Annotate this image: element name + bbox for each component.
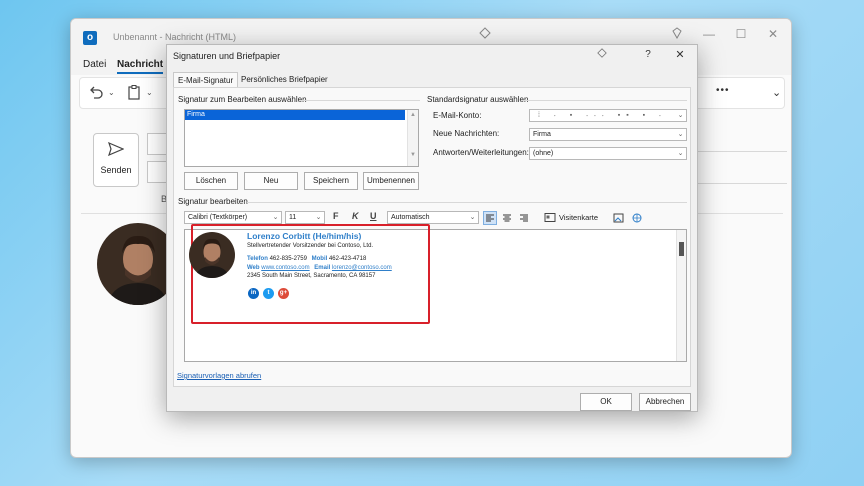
window-title: Unbenannt - Nachricht (HTML) xyxy=(113,32,237,42)
new-button[interactable]: Neu xyxy=(244,172,298,190)
phone-label: Telefon xyxy=(247,256,268,262)
clipboard-dropdown-icon[interactable]: ⌄ xyxy=(146,88,153,97)
signature-phone-line: Telefon 462-835-2759 Mobil 462-423-4718 xyxy=(247,256,366,262)
email-link[interactable]: lorenzo@contoso.com xyxy=(332,265,392,271)
scroll-down-icon[interactable]: ▼ xyxy=(408,152,418,158)
bold-button[interactable]: F xyxy=(333,211,339,221)
more-options-icon[interactable]: ••• xyxy=(716,85,730,96)
new-messages-label: Neue Nachrichten: xyxy=(433,129,500,138)
group-divider xyxy=(247,202,687,203)
mobile-label: Mobil xyxy=(311,256,328,262)
edit-group-label: Signatur bearbeiten xyxy=(178,197,248,206)
email-account-label: E-Mail-Konto: xyxy=(433,111,482,120)
signature-photo xyxy=(189,232,235,278)
chevron-down-icon: ⌄ xyxy=(677,112,684,119)
font-size-select[interactable]: 11 ⌄ xyxy=(285,211,325,224)
email-account-select[interactable]: ⁞ ⸳ ▪ ⸳⸳⸳ ▪▪ ▪ ⸳ ⌄ xyxy=(529,109,687,122)
undo-icon[interactable] xyxy=(88,84,104,105)
delete-button[interactable]: Löschen xyxy=(184,172,238,190)
rename-button[interactable]: Umbenennen xyxy=(363,172,419,190)
business-card-icon[interactable] xyxy=(544,212,556,225)
maximize-button[interactable]: ☐ xyxy=(731,27,751,41)
chevron-down-icon: ⌄ xyxy=(677,150,684,157)
scroll-up-icon[interactable]: ▲ xyxy=(408,112,418,118)
close-button[interactable]: ✕ xyxy=(763,27,783,41)
underline-button[interactable]: U xyxy=(370,211,377,221)
ribbon-expand-icon[interactable]: ⌄ xyxy=(772,86,781,99)
chevron-down-icon: ⌄ xyxy=(469,214,476,221)
signature-name: Lorenzo Corbitt (He/him/his) xyxy=(247,231,362,241)
send-icon xyxy=(94,141,138,161)
undo-dropdown-icon[interactable]: ⌄ xyxy=(108,88,115,97)
new-messages-value: Firma xyxy=(533,131,551,138)
align-right-icon[interactable] xyxy=(518,212,530,226)
tab-nachricht[interactable]: Nachricht xyxy=(117,59,164,74)
dialog-title: Signaturen und Briefpapier xyxy=(173,51,281,61)
scroll-thumb[interactable] xyxy=(679,242,684,256)
font-name-select[interactable]: Calibri (Textkörper) ⌄ xyxy=(184,211,282,224)
ok-button[interactable]: OK xyxy=(580,393,632,411)
select-group-label: Signatur zum Bearbeiten auswählen xyxy=(178,95,307,104)
group-divider xyxy=(302,100,420,101)
minimize-button[interactable]: — xyxy=(699,27,719,41)
redacted-account-icon: ⁞ ⸳ ▪ ⸳⸳⸳ ▪▪ ▪ ⸳ xyxy=(538,112,667,119)
scrollbar[interactable] xyxy=(676,230,686,361)
divider xyxy=(697,183,787,184)
divider xyxy=(697,151,787,152)
signature-list[interactable]: Firma ▲ ▼ xyxy=(184,109,419,167)
scrollbar[interactable]: ▲ ▼ xyxy=(407,110,418,166)
help-button[interactable]: ? xyxy=(639,49,657,60)
twitter-icon[interactable]: t xyxy=(263,288,274,299)
clipboard-icon[interactable] xyxy=(126,84,142,105)
align-center-icon[interactable] xyxy=(501,212,513,226)
tab-stationery[interactable]: Persönliches Briefpapier xyxy=(237,72,332,88)
signature-editor[interactable]: Lorenzo Corbitt (He/him/his) Stellvertre… xyxy=(184,224,687,362)
linkedin-icon[interactable]: in xyxy=(248,288,259,299)
save-button[interactable]: Speichern xyxy=(304,172,358,190)
mobile-value: 462-423-4718 xyxy=(328,256,367,262)
diamond-icon[interactable] xyxy=(593,48,611,61)
dialog-close-button[interactable]: ✕ xyxy=(671,48,689,61)
from-field[interactable] xyxy=(147,133,167,155)
signature-role: Stellvertretender Vorsitzender bei Conto… xyxy=(247,243,374,249)
font-name-value: Calibri (Textkörper) xyxy=(188,214,248,221)
signatures-dialog: Signaturen und Briefpapier ? ✕ E-Mail-Si… xyxy=(166,44,698,412)
diamond-icon[interactable] xyxy=(475,27,495,42)
insert-link-icon[interactable] xyxy=(631,212,643,226)
web-link[interactable]: www.contoso.com xyxy=(261,265,309,271)
replies-value: (ohne) xyxy=(533,150,554,157)
font-color-value: Automatisch xyxy=(391,214,430,221)
send-label: Senden xyxy=(100,165,132,175)
replies-select[interactable]: (ohne) ⌄ xyxy=(529,147,687,160)
business-card-button[interactable]: Visitenkarte xyxy=(559,213,598,222)
google-plus-icon[interactable]: g+ xyxy=(278,288,289,299)
gem-icon[interactable] xyxy=(667,27,687,42)
cancel-button[interactable]: Abbrechen xyxy=(639,393,691,411)
group-divider xyxy=(523,100,687,101)
outlook-logo-icon: o xyxy=(83,31,97,45)
italic-button[interactable]: K xyxy=(352,211,359,221)
to-field[interactable] xyxy=(147,161,167,183)
chevron-down-icon: ⌄ xyxy=(272,214,279,221)
align-left-icon[interactable] xyxy=(483,211,497,225)
font-size-value: 11 xyxy=(289,214,297,221)
send-button[interactable]: Senden xyxy=(93,133,139,187)
tab-datei[interactable]: Datei xyxy=(83,59,106,70)
signature-templates-link[interactable]: Signaturvorlagen abrufen xyxy=(177,371,261,380)
default-group-label: Standardsignatur auswählen xyxy=(427,95,529,104)
signature-web-line: Web www.contoso.com Email lorenzo@contos… xyxy=(247,265,392,271)
chevron-down-icon: ⌄ xyxy=(677,131,684,138)
chevron-down-icon: ⌄ xyxy=(315,214,322,221)
font-color-select[interactable]: Automatisch ⌄ xyxy=(387,211,479,224)
email-label: Email xyxy=(314,265,331,271)
phone-value: 462-835-2759 xyxy=(269,256,307,262)
signature-address: 2345 South Main Street, Sacramento, CA 9… xyxy=(247,273,376,279)
web-label: Web xyxy=(247,265,260,271)
insert-picture-icon[interactable] xyxy=(613,212,625,226)
replies-label: Antworten/Weiterleitungen: xyxy=(433,148,529,157)
tab-email-signature[interactable]: E-Mail-Signatur xyxy=(173,72,239,88)
list-item[interactable]: Firma xyxy=(185,110,405,120)
new-messages-select[interactable]: Firma ⌄ xyxy=(529,128,687,141)
